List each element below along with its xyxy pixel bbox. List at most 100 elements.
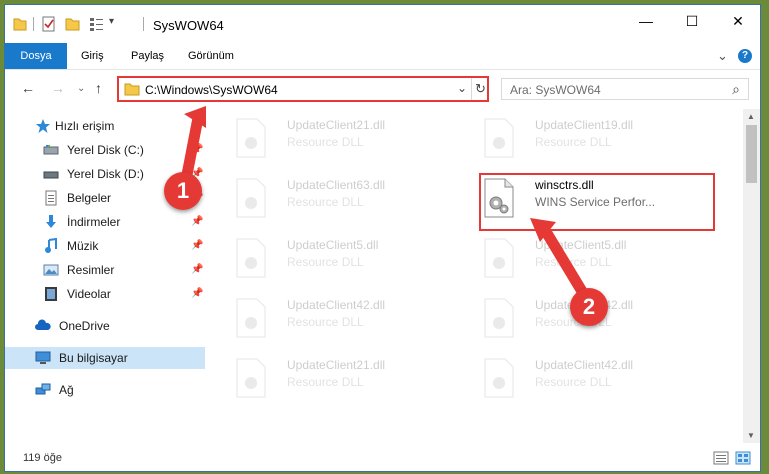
search-input[interactable]: Ara: SysWOW64	[510, 83, 601, 97]
status-bar: 119 öğe	[5, 443, 760, 471]
recent-locations-button[interactable]: ⌄	[77, 83, 85, 94]
navigation-bar: ← → ⌄ ↑ C:\Windows\SysWOW64 ⌄ ↻ Ara: Sys…	[5, 70, 760, 108]
sidebar-item-quick-access[interactable]: Hızlı erişim	[5, 115, 205, 137]
tab-share[interactable]: Paylaş	[131, 43, 164, 69]
dll-file-icon	[236, 178, 266, 218]
list-item[interactable]: UpdateClient63.dll Resource DLL	[223, 169, 453, 227]
sidebar-item-this-pc[interactable]: Bu bilgisayar	[5, 347, 205, 369]
new-folder-icon[interactable]	[65, 16, 81, 32]
list-item[interactable]: UpdateClient5.dll Resource DLL	[471, 229, 701, 287]
sidebar-item-videos[interactable]: Videolar 📌	[5, 283, 205, 305]
large-icons-view-icon[interactable]	[735, 451, 751, 465]
list-item[interactable]: UpdateClient42.dll Resource DLL	[471, 349, 701, 407]
sidebar-item-label: Hızlı erişim	[55, 119, 115, 133]
sidebar-item-label: Bu bilgisayar	[59, 351, 128, 365]
properties-icon[interactable]	[41, 16, 57, 32]
address-dropdown-icon[interactable]: ⌄	[457, 81, 467, 95]
address-path: C:\Windows\SysWOW64	[145, 83, 278, 97]
sidebar-item-music[interactable]: Müzik 📌	[5, 235, 205, 257]
list-item[interactable]: UpdateClient21.dll Resource DLL	[223, 109, 453, 167]
search-box[interactable]: Ara: SysWOW64 ⌕	[501, 78, 749, 100]
file-description: Resource DLL	[287, 375, 364, 389]
tab-view[interactable]: Görünüm	[188, 43, 234, 69]
back-button[interactable]: ←	[21, 80, 35, 96]
file-description: Resource DLL	[535, 135, 612, 149]
file-list: UpdateClient21.dll Resource DLL UpdateCl…	[215, 109, 740, 443]
dll-file-icon	[484, 298, 514, 338]
sidebar-item-label: Yerel Disk (C:)	[67, 143, 144, 157]
explorer-window: ▾ SysWOW64 — ☐ ✕ Dosya Giriş Paylaş Görü…	[4, 4, 761, 472]
sidebar-item-label: Resimler	[67, 263, 115, 277]
tab-home[interactable]: Giriş	[81, 43, 104, 69]
dll-file-icon	[484, 238, 514, 278]
file-name: UpdateClient5.dll	[535, 238, 627, 252]
sidebar-item-onedrive[interactable]: OneDrive	[5, 315, 205, 337]
winsctrs-highlight-box	[479, 173, 715, 231]
videos-icon	[45, 287, 57, 301]
dll-file-icon	[484, 118, 514, 158]
pin-icon: 📌	[191, 288, 204, 299]
music-icon	[45, 238, 57, 253]
pin-icon: 📌	[191, 144, 204, 155]
separator	[143, 17, 144, 31]
pin-icon: 📌	[191, 264, 204, 275]
file-name: UpdateClient63.dll	[287, 178, 386, 192]
file-name: UpdateClient42.dll	[535, 358, 634, 372]
window-title: SysWOW64	[153, 18, 224, 33]
view-list-icon[interactable]	[89, 16, 105, 32]
refresh-button[interactable]: ↻	[475, 81, 486, 97]
list-item[interactable]: UpdateClient42.dll Resource DLL	[223, 289, 453, 347]
help-icon[interactable]: ?	[738, 49, 752, 63]
sidebar-item-label: Yerel Disk (D:)	[67, 167, 144, 181]
callout-1: 1	[164, 172, 202, 210]
forward-button[interactable]: →	[51, 80, 65, 96]
star-icon	[36, 119, 50, 133]
dll-file-icon	[484, 358, 514, 398]
computer-icon	[35, 351, 51, 364]
address-bar[interactable]: C:\Windows\SysWOW64 ⌄ ↻	[117, 76, 489, 102]
sidebar-item-label: OneDrive	[59, 319, 110, 333]
sidebar-item-label: İndirmeler	[67, 215, 121, 229]
sidebar-item-downloads[interactable]: İndirmeler 📌	[5, 211, 205, 233]
file-description: Resource DLL	[287, 195, 364, 209]
sidebar-item-drive-c[interactable]: Yerel Disk (C:) 📌	[5, 139, 205, 161]
folder-icon	[124, 83, 140, 96]
sidebar-item-network[interactable]: Ağ	[5, 379, 205, 401]
pictures-icon	[43, 264, 59, 276]
expand-ribbon-icon[interactable]: ⌄	[717, 43, 728, 69]
file-description: Resource DLL	[287, 135, 364, 149]
scroll-down-icon[interactable]: ▼	[747, 431, 755, 440]
close-button[interactable]: ✕	[715, 5, 760, 37]
sidebar-item-pictures[interactable]: Resimler 📌	[5, 259, 205, 281]
file-name: UpdateClient21.dll	[287, 358, 386, 372]
dll-file-icon	[236, 118, 266, 158]
folder-icon	[13, 18, 27, 31]
scroll-up-icon[interactable]: ▲	[747, 112, 755, 121]
cloud-icon	[35, 319, 51, 330]
maximize-button[interactable]: ☐	[669, 5, 715, 37]
vertical-scrollbar[interactable]: ▲ ▼	[743, 109, 760, 443]
file-description: Resource DLL	[535, 375, 612, 389]
pin-icon: 📌	[191, 240, 204, 251]
sidebar-item-label: Ağ	[59, 383, 74, 397]
network-icon	[35, 383, 51, 395]
list-item[interactable]: UpdateClient19.dll Resource DLL	[471, 109, 701, 167]
minimize-button[interactable]: —	[623, 5, 669, 37]
item-count: 119 öğe	[23, 452, 62, 464]
pin-icon: 📌	[191, 216, 204, 227]
dll-file-icon	[236, 358, 266, 398]
list-item[interactable]: UpdateClient21.dll Resource DLL	[223, 349, 453, 407]
drive-icon	[43, 145, 59, 155]
up-button[interactable]: ↑	[95, 80, 102, 96]
download-icon	[46, 215, 56, 228]
drive-icon	[43, 171, 59, 179]
tab-file[interactable]: Dosya	[5, 43, 67, 69]
details-view-icon[interactable]	[713, 451, 729, 465]
scroll-thumb[interactable]	[746, 125, 757, 183]
sidebar-item-label: Müzik	[67, 239, 99, 253]
title-bar: ▾ SysWOW64 — ☐ ✕	[5, 5, 760, 43]
search-icon: ⌕	[732, 81, 740, 97]
customize-quick-access-icon[interactable]: ▾	[109, 16, 114, 32]
separator	[471, 78, 472, 100]
list-item[interactable]: UpdateClient5.dll Resource DLL	[223, 229, 453, 287]
